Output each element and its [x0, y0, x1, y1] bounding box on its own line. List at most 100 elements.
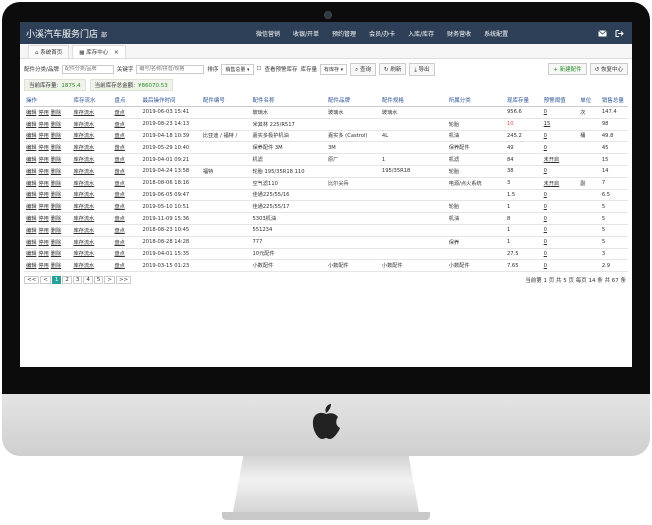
- stock-count-link[interactable]: 盘点: [114, 228, 124, 234]
- column-header[interactable]: 配件编号: [200, 94, 251, 107]
- delete-link[interactable]: 删除: [51, 122, 61, 128]
- edit-link[interactable]: 编辑: [26, 157, 36, 163]
- edit-link[interactable]: 编辑: [26, 133, 36, 139]
- delete-link[interactable]: 删除: [51, 181, 61, 187]
- stock-count-link[interactable]: 盘点: [114, 240, 124, 246]
- warning-threshold[interactable]: 0: [541, 212, 579, 225]
- export-button[interactable]: ⤓ 导出: [409, 62, 435, 76]
- refresh-button[interactable]: ↻ 刷新: [378, 63, 407, 75]
- delete-link[interactable]: 删除: [51, 228, 61, 234]
- disable-link[interactable]: 停用: [38, 263, 48, 269]
- edit-link[interactable]: 编辑: [26, 169, 36, 175]
- disable-link[interactable]: 停用: [38, 169, 48, 175]
- edit-link[interactable]: 编辑: [26, 251, 36, 257]
- warning-threshold[interactable]: 0: [541, 236, 579, 249]
- menu-item-5[interactable]: 入库/库存: [408, 29, 434, 38]
- delete-link[interactable]: 删除: [51, 251, 61, 257]
- edit-link[interactable]: 编辑: [26, 192, 36, 198]
- stock-count-link[interactable]: 盘点: [114, 263, 124, 269]
- tab-home[interactable]: ⌂ 系统首页: [28, 45, 70, 58]
- delete-link[interactable]: 删除: [51, 145, 61, 151]
- delete-link[interactable]: 删除: [51, 192, 61, 198]
- column-header[interactable]: 最后操作时间: [140, 94, 201, 107]
- disable-link[interactable]: 停用: [38, 122, 48, 128]
- edit-link[interactable]: 编辑: [26, 204, 36, 210]
- warning-threshold[interactable]: 0: [541, 248, 579, 261]
- edit-link[interactable]: 编辑: [26, 263, 36, 269]
- column-header[interactable]: 配件名称: [250, 94, 326, 107]
- warning-threshold[interactable]: 0: [541, 200, 579, 214]
- column-header[interactable]: 预警阈值: [541, 94, 579, 107]
- stock-count-link[interactable]: 盘点: [114, 110, 124, 116]
- page-button[interactable]: 4: [83, 276, 93, 285]
- disable-link[interactable]: 停用: [38, 228, 48, 234]
- column-header[interactable]: 现库存量: [504, 94, 542, 107]
- warning-threshold[interactable]: 0: [541, 141, 579, 155]
- stock-flow-link[interactable]: 库存流水: [73, 251, 94, 257]
- disable-link[interactable]: 停用: [38, 204, 48, 210]
- disable-link[interactable]: 停用: [38, 251, 48, 257]
- stock-count-link[interactable]: 盘点: [114, 122, 124, 128]
- column-header[interactable]: 操作: [24, 94, 72, 107]
- edit-link[interactable]: 编辑: [26, 228, 36, 234]
- stock-count-link[interactable]: 盘点: [114, 145, 124, 151]
- restore-center-button[interactable]: ↺ 恢复中心: [589, 63, 628, 75]
- sort-select[interactable]: 销售总量 ▾: [221, 63, 254, 75]
- page-button[interactable]: 3: [72, 276, 83, 285]
- page-button[interactable]: <: [40, 276, 51, 285]
- warning-checkbox[interactable]: ☐: [257, 66, 262, 72]
- disable-link[interactable]: 停用: [38, 192, 48, 198]
- edit-link[interactable]: 编辑: [26, 240, 36, 246]
- disable-link[interactable]: 停用: [38, 240, 48, 246]
- stock-count-link[interactable]: 盘点: [114, 192, 124, 198]
- stock-flow-link[interactable]: 库存流水: [73, 228, 94, 234]
- stock-count-link[interactable]: 盘点: [114, 204, 124, 210]
- page-button[interactable]: >: [104, 276, 115, 285]
- disable-link[interactable]: 停用: [38, 157, 48, 163]
- stock-flow-link[interactable]: 库存流水: [73, 181, 94, 187]
- stock-count-link[interactable]: 盘点: [114, 251, 124, 257]
- page-button[interactable]: 2: [62, 276, 72, 285]
- category-input[interactable]: [61, 64, 114, 74]
- stock-count-link[interactable]: 盘点: [114, 181, 124, 187]
- column-header[interactable]: 单位: [578, 94, 600, 107]
- stock-flow-link[interactable]: 库存流水: [73, 157, 94, 163]
- warning-threshold[interactable]: 0: [541, 259, 579, 273]
- disable-link[interactable]: 停用: [38, 133, 48, 139]
- warning-threshold[interactable]: 0: [541, 224, 579, 237]
- column-header[interactable]: 配件规格: [379, 94, 447, 107]
- delete-link[interactable]: 删除: [51, 216, 61, 222]
- delete-link[interactable]: 删除: [51, 263, 61, 269]
- new-part-button[interactable]: + 新建配件: [548, 63, 587, 75]
- stock-flow-link[interactable]: 库存流水: [73, 263, 94, 269]
- warning-threshold[interactable]: 未开启: [541, 177, 579, 190]
- stock-count-link[interactable]: 盘点: [114, 216, 124, 222]
- menu-item-2[interactable]: 收银/开单: [293, 29, 319, 38]
- stock-flow-link[interactable]: 库存流水: [73, 145, 94, 151]
- stock-flow-link[interactable]: 库存流水: [73, 110, 94, 116]
- page-button[interactable]: >>: [115, 276, 132, 285]
- column-header[interactable]: 库存流水: [71, 94, 113, 107]
- stock-flow-link[interactable]: 库存流水: [73, 192, 94, 198]
- warning-threshold[interactable]: 15: [541, 118, 579, 131]
- menu-item-6[interactable]: 财务营收: [447, 29, 471, 38]
- menu-item-1[interactable]: 微信营销: [256, 29, 280, 38]
- edit-link[interactable]: 编辑: [26, 145, 36, 151]
- menu-item-4[interactable]: 会员/办卡: [369, 29, 395, 38]
- edit-link[interactable]: 编辑: [26, 122, 36, 128]
- column-header[interactable]: 所属分类: [446, 94, 505, 107]
- stock-select[interactable]: 有库存 ▾: [319, 63, 348, 75]
- stock-flow-link[interactable]: 库存流水: [73, 133, 94, 139]
- disable-link[interactable]: 停用: [38, 216, 48, 222]
- delete-link[interactable]: 删除: [51, 110, 61, 116]
- stock-flow-link[interactable]: 库存流水: [73, 240, 94, 246]
- disable-link[interactable]: 停用: [38, 110, 48, 116]
- page-button[interactable]: 5: [93, 276, 104, 285]
- edit-link[interactable]: 编辑: [26, 110, 36, 116]
- page-button[interactable]: 1: [51, 276, 62, 285]
- search-button[interactable]: ⌕ 查询: [350, 62, 376, 76]
- delete-link[interactable]: 删除: [51, 133, 61, 139]
- close-icon[interactable]: ✕: [114, 50, 119, 56]
- mail-icon[interactable]: [598, 29, 607, 37]
- page-button[interactable]: <<: [24, 276, 40, 285]
